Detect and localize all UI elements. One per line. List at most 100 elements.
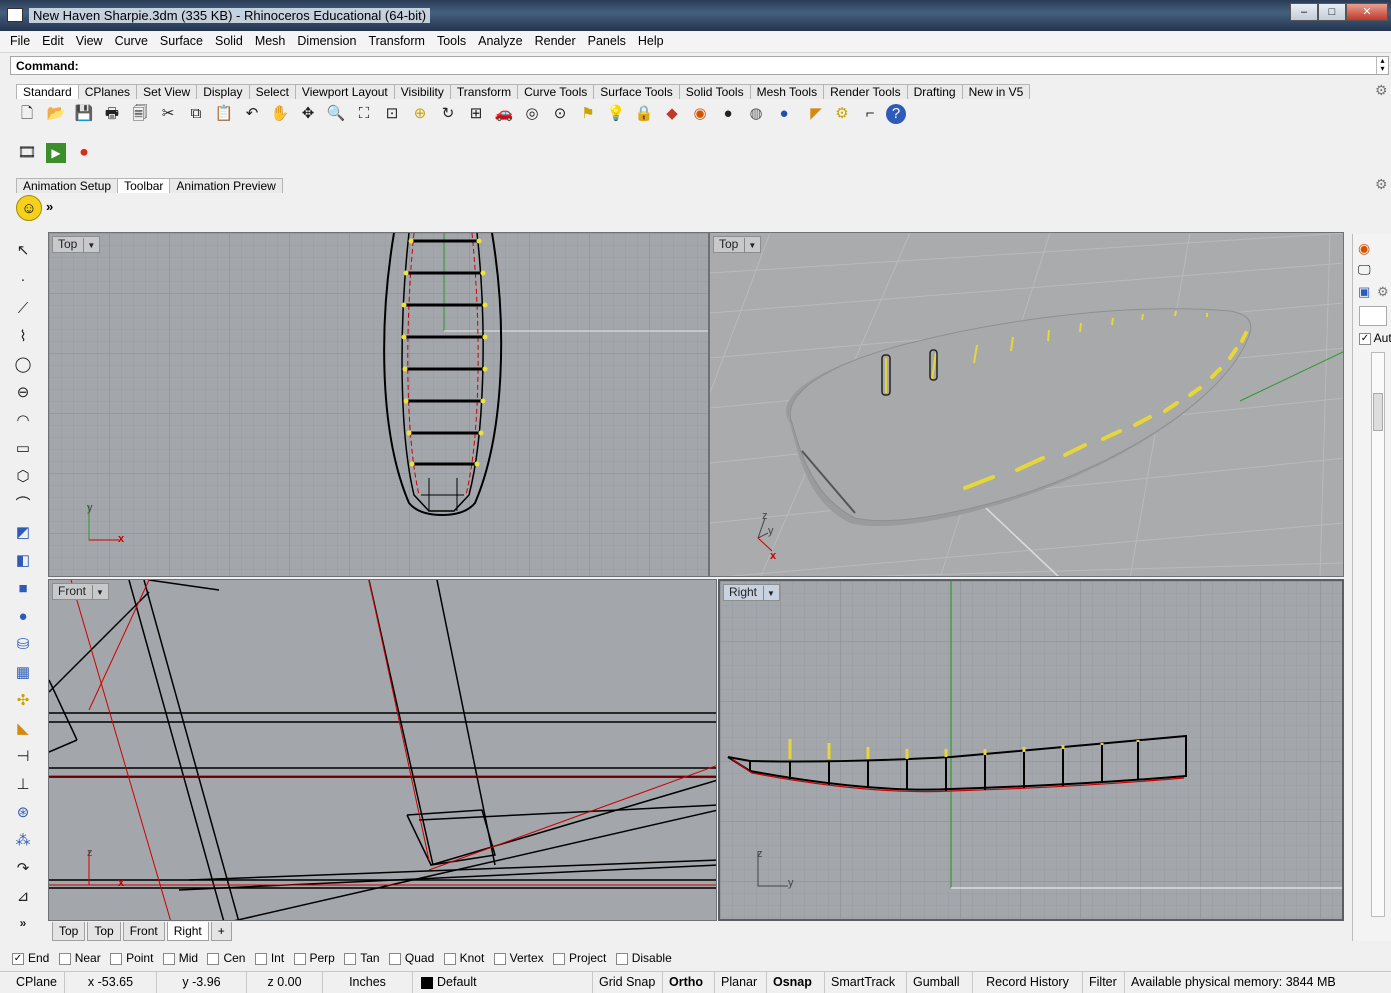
shade-icon[interactable]: ◎ [522, 104, 542, 124]
fillet-icon[interactable]: ⌒ [12, 495, 34, 517]
lock-icon[interactable]: 🔒 [634, 104, 654, 124]
rotate-icon[interactable]: ↻ [438, 104, 458, 124]
menu-tools[interactable]: Tools [431, 31, 472, 48]
osnap-knot[interactable]: Knot [443, 951, 484, 965]
curve-icon[interactable]: ⌇ [12, 327, 34, 349]
box-icon[interactable]: ■ [12, 579, 34, 601]
help-panel-icon[interactable]: ▣ [1358, 284, 1370, 300]
filter-toggle[interactable]: Filter [1083, 972, 1125, 993]
zoom-icon[interactable]: 🔍 [326, 104, 346, 124]
panel-scrollbar[interactable] [1371, 352, 1385, 917]
menu-analyze[interactable]: Analyze [472, 31, 528, 48]
tab-render-tools[interactable]: Render Tools [823, 84, 908, 99]
split-icon[interactable]: ⊣ [12, 747, 34, 769]
cylinder-icon[interactable]: ⛁ [12, 635, 34, 657]
tab-new-in-v5[interactable]: New in V5 [961, 84, 1031, 99]
menu-view[interactable]: View [70, 31, 109, 48]
command-line[interactable]: Command: ▴ ▾ [10, 56, 1389, 75]
osnap-near[interactable]: Near [58, 951, 101, 965]
group-icon[interactable]: ⁂ [12, 831, 34, 853]
menu-render[interactable]: Render [529, 31, 582, 48]
osnap-tan[interactable]: Tan [344, 951, 380, 965]
select-arrow-icon[interactable]: ↖ [12, 241, 34, 263]
snap-icon[interactable]: ⚑ [578, 104, 598, 124]
render-blue-icon[interactable]: ● [774, 104, 794, 124]
undo-icon[interactable]: ↶ [242, 104, 262, 124]
cut-icon[interactable]: ✂ [158, 104, 178, 124]
gumball-toggle[interactable]: Gumball [907, 972, 973, 993]
dimension-icon[interactable]: ⊿ [12, 887, 34, 909]
print-icon[interactable]: 🖶 [102, 104, 122, 124]
more-tools-icon[interactable]: » [12, 913, 34, 935]
chevron-down-icon[interactable]: ▼ [763, 586, 775, 601]
sphere-icon[interactable]: ● [12, 607, 34, 629]
menu-edit[interactable]: Edit [36, 31, 70, 48]
boolean-icon[interactable]: ⊛ [12, 803, 34, 825]
display-icon[interactable]: 🖵 [1358, 262, 1371, 278]
scroll-thumb[interactable] [1373, 393, 1383, 431]
import-icon[interactable]: 🗐 [130, 104, 150, 124]
tab-viewport-layout[interactable]: Viewport Layout [294, 84, 395, 99]
chevron-down-icon[interactable]: ▼ [744, 238, 756, 253]
dimension-icon[interactable]: ⌐ [860, 104, 880, 124]
color-wheel-icon[interactable]: ◉ [690, 104, 710, 124]
new-file-icon[interactable]: 🗋 [17, 104, 37, 124]
units-label[interactable]: Inches [323, 972, 413, 993]
panel-field[interactable] [1359, 306, 1387, 326]
osnap-point[interactable]: Point [110, 951, 153, 965]
menu-dimension[interactable]: Dimension [291, 31, 362, 48]
tab-solid-tools[interactable]: Solid Tools [678, 84, 751, 99]
maximize-button[interactable]: □ [1318, 3, 1346, 21]
viewport-label-top[interactable]: Top ▼ [713, 236, 762, 253]
viewport-top-right[interactable]: Top ▼ z y x [709, 232, 1344, 577]
zoom-selected-icon[interactable]: ⊕ [410, 104, 430, 124]
osnap-disable[interactable]: Disable [615, 951, 672, 965]
command-scroll[interactable]: ▴ ▾ [1376, 57, 1388, 74]
chevron-down-icon[interactable]: ▼ [83, 238, 95, 253]
save-icon[interactable]: 💾 [74, 104, 94, 124]
explode-icon[interactable]: ◣ [12, 719, 34, 741]
gear-icon[interactable]: ⚙ [1377, 284, 1389, 300]
transform-icon[interactable]: ✣ [12, 691, 34, 713]
help-icon[interactable]: ? [886, 104, 906, 124]
menu-solid[interactable]: Solid [209, 31, 249, 48]
mesh-icon[interactable]: ▦ [12, 663, 34, 685]
ortho-toggle[interactable]: Ortho [663, 972, 715, 993]
chevron-down-icon[interactable]: ▼ [92, 585, 104, 600]
menu-help[interactable]: Help [632, 31, 670, 48]
four-view-icon[interactable]: ⊞ [466, 104, 486, 124]
viewport-label-front[interactable]: Front ▼ [52, 583, 109, 600]
osnap-mid[interactable]: Mid [162, 951, 198, 965]
color-wheel-icon[interactable]: ◉ [1358, 240, 1370, 257]
osnap-end[interactable]: ✓ End [12, 951, 49, 965]
record-icon[interactable]: ⏺ [74, 143, 94, 163]
trim-icon[interactable]: ⊥ [12, 775, 34, 797]
tab-view-front[interactable]: Front [122, 922, 165, 941]
osnap-quad[interactable]: Quad [388, 951, 434, 965]
loft-icon[interactable]: ◧ [12, 551, 34, 573]
menu-file[interactable]: File [0, 31, 36, 48]
tab-mesh-tools[interactable]: Mesh Tools [749, 84, 825, 99]
tab-standard[interactable]: Standard [16, 84, 79, 99]
osnap-toggle[interactable]: Osnap [767, 972, 825, 993]
smarttrack-toggle[interactable]: SmartTrack [825, 972, 907, 993]
copy-icon[interactable]: ⧉ [186, 104, 206, 124]
layer-icon[interactable]: ◆ [662, 104, 682, 124]
tab-drafting[interactable]: Drafting [906, 84, 963, 99]
more-tools-icon[interactable]: » [46, 199, 53, 214]
tab-display[interactable]: Display [196, 84, 250, 99]
record-history-toggle[interactable]: Record History [973, 972, 1083, 993]
settings-icon[interactable]: ⚙ [832, 104, 852, 124]
menu-mesh[interactable]: Mesh [249, 31, 292, 48]
tab-select[interactable]: Select [248, 84, 296, 99]
cplane-label[interactable]: CPlane [10, 972, 65, 993]
tab-transform[interactable]: Transform [449, 84, 519, 99]
grid-snap-toggle[interactable]: Grid Snap [593, 972, 663, 993]
viewport-label-right[interactable]: Right ▼ [723, 584, 780, 601]
cplane-icon[interactable]: ⊙ [550, 104, 570, 124]
zoom-window-icon[interactable]: ⛶ [354, 104, 374, 124]
flag-icon[interactable]: ◤ [806, 104, 826, 124]
smiley-icon[interactable]: ☺ [16, 195, 42, 221]
tab-set-view[interactable]: Set View [136, 84, 198, 99]
menu-curve[interactable]: Curve [109, 31, 154, 48]
